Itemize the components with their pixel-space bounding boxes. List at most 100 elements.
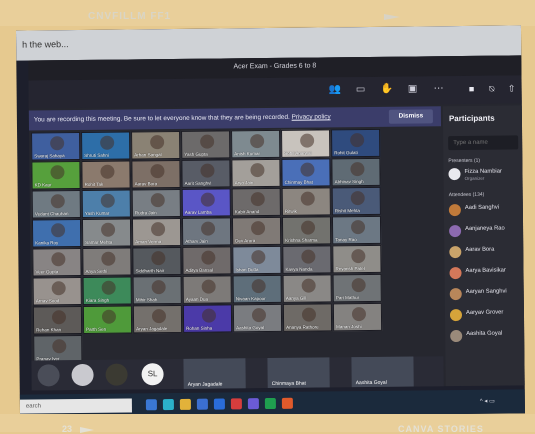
video-tile[interactable]: Ayaan Dua — [182, 275, 232, 304]
video-tile[interactable]: Kabir Anand — [231, 187, 281, 217]
raise-hand-icon[interactable]: ✋ — [381, 84, 394, 96]
video-tile[interactable]: Arhan Sangal — [131, 130, 181, 160]
video-tile[interactable]: Ananya Rathore — [282, 303, 333, 332]
attendee-item[interactable]: Aarya Bavisikar — [449, 264, 521, 283]
video-tile[interactable]: Sohil Agarwal — [281, 129, 331, 158]
video-tile[interactable]: Veer Gupta — [32, 247, 82, 277]
tile-name: Aarav Lamba — [184, 209, 212, 215]
video-tile[interactable]: Shruti Sahni — [81, 131, 131, 160]
video-tile[interactable]: KD Kaur — [31, 160, 81, 190]
store-icon[interactable] — [196, 398, 208, 410]
mail-icon[interactable] — [213, 398, 225, 410]
video-tile[interactable]: Aarav Bora — [131, 159, 181, 189]
people-icon[interactable]: 👥 — [329, 84, 342, 96]
presenter-item[interactable]: Fizza Nambiar Organizer — [448, 165, 520, 184]
video-tile[interactable]: Aman Verma — [131, 217, 182, 247]
video-tile[interactable]: Rohan Sinha — [182, 304, 233, 333]
video-tile[interactable]: Rohit Gulati — [331, 128, 381, 158]
participant-face — [300, 133, 315, 148]
video-tile[interactable]: Aashita Goyal — [232, 303, 283, 333]
task-view-icon[interactable] — [145, 399, 157, 411]
participant-face — [201, 308, 217, 323]
video-tile[interactable]: Siddharth Nair — [132, 246, 182, 276]
video-tile[interactable]: Manan Joshi — [332, 302, 383, 332]
video-tile[interactable]: Vedant Chauhan — [31, 189, 81, 219]
video-tile[interactable]: Ishan Dutta — [232, 245, 282, 275]
camera-icon[interactable]: ■ — [465, 83, 479, 95]
attendee-item[interactable]: Aashita Goyal — [450, 327, 522, 346]
attendee-item[interactable]: Aanjaneya Rao — [449, 222, 521, 241]
featured-video-tile[interactable]: Aryan Jagadale — [183, 358, 246, 389]
video-tile[interactable]: Swaraj Sahaya — [31, 131, 81, 161]
video-tile[interactable]: Anya Sethi — [82, 247, 132, 276]
video-tile[interactable]: Yash Kumar — [81, 189, 131, 218]
video-tile[interactable]: Arya Jain — [231, 158, 281, 188]
video-tile[interactable]: Samar Mehta — [81, 218, 132, 247]
video-tile[interactable]: Tanay Rao — [331, 215, 382, 245]
attendees-label[interactable]: Attendees (134) — [449, 192, 485, 198]
video-tile[interactable]: Rudra Jain — [131, 188, 181, 218]
taskbar-search-box[interactable]: earch — [19, 398, 132, 414]
avatar[interactable] — [37, 364, 60, 387]
video-tile[interactable]: Kavya Nanda — [282, 245, 332, 274]
attendee-item[interactable]: Aadi Sanghvi — [448, 201, 521, 220]
participant-face — [100, 222, 116, 237]
video-tile[interactable]: Pari Mathur — [332, 273, 382, 303]
video-tile[interactable]: Mihir Shah — [132, 275, 182, 305]
media-icon[interactable] — [230, 398, 242, 410]
avatar[interactable] — [105, 363, 128, 386]
video-tile[interactable]: Aarav Lamba — [181, 188, 231, 217]
chat-icon[interactable]: ▭ — [355, 84, 367, 96]
attendee-item[interactable]: Aaryav Grover — [449, 306, 522, 325]
dismiss-button[interactable]: Dismiss — [388, 109, 433, 124]
teams-icon[interactable] — [247, 398, 259, 410]
video-tile[interactable]: Krishna Sharma — [281, 216, 332, 245]
video-tile[interactable]: Rohit Tak — [81, 160, 131, 189]
avatar[interactable] — [71, 363, 94, 387]
privacy-policy-link[interactable]: Privacy policy — [292, 113, 331, 120]
video-tile[interactable]: Abhinav Singh — [331, 157, 381, 187]
attendee-item[interactable]: Aaryan Sanghvi — [449, 285, 522, 304]
video-tile[interactable]: Yash Gupta — [181, 130, 231, 159]
featured-video-tile[interactable]: Chinmaya Bhat — [267, 357, 330, 389]
presenters-label[interactable]: Presenters (1) — [448, 158, 480, 164]
video-tile[interactable]: Reyansh Patel — [332, 244, 382, 274]
video-tile[interactable]: Chinmay Bhat — [281, 158, 331, 187]
file-explorer-icon[interactable] — [179, 398, 191, 410]
attendee-name: Aaryav Grover — [465, 309, 504, 316]
video-tile[interactable]: Rishit Mehta — [331, 186, 381, 216]
tile-name: Rishit Mehta — [334, 208, 360, 214]
video-tile[interactable]: Aryan Jagadale — [132, 304, 183, 334]
attendee-item[interactable]: Aarav Bora — [449, 243, 521, 262]
video-tile[interactable]: Aanya Gill — [282, 274, 332, 303]
video-tile[interactable]: Ritwik — [281, 187, 331, 216]
featured-video-tile[interactable]: Aashita Goyal — [351, 356, 414, 388]
edge-icon[interactable] — [162, 399, 174, 411]
participant-search-input[interactable] — [448, 135, 519, 151]
tile-name: Ayaan Dua — [185, 296, 209, 302]
avatar-sl[interactable]: SL — [141, 363, 164, 386]
video-tile[interactable]: Anish Kumar — [231, 129, 281, 159]
video-tile[interactable]: Kanika Roy — [31, 218, 82, 248]
video-tile[interactable]: Dev Arora — [231, 216, 282, 246]
rooms-icon[interactable]: ▣ — [407, 83, 419, 95]
more-icon[interactable]: ⋯ — [433, 83, 445, 95]
video-tile[interactable]: Nivaan Kapoor — [232, 274, 282, 304]
video-tile[interactable]: Parth Sen — [82, 305, 133, 334]
chrome-icon[interactable] — [281, 397, 293, 409]
system-tray[interactable]: ^ ◂ ▭ — [480, 398, 495, 405]
mic-icon[interactable]: ⍉ — [485, 83, 499, 95]
video-tile[interactable]: Aarit Sanghvi — [181, 159, 231, 188]
excel-icon[interactable] — [264, 397, 276, 410]
video-tile[interactable]: Kiara Singh — [82, 276, 132, 305]
participant-face — [300, 220, 316, 235]
tile-name: KD Kaur — [34, 182, 52, 188]
video-tile[interactable]: Aditya Bansal — [182, 246, 232, 275]
video-tile[interactable]: Atharv Jain — [181, 217, 232, 246]
browser-address-text[interactable]: h the web... — [22, 39, 69, 49]
video-tile[interactable]: Arnav Sood — [32, 276, 82, 306]
participant-face — [301, 249, 316, 264]
video-tile[interactable]: Rehan Khan — [32, 305, 83, 335]
share-icon[interactable]: ⇧ — [505, 82, 519, 94]
participant-face — [201, 279, 216, 294]
